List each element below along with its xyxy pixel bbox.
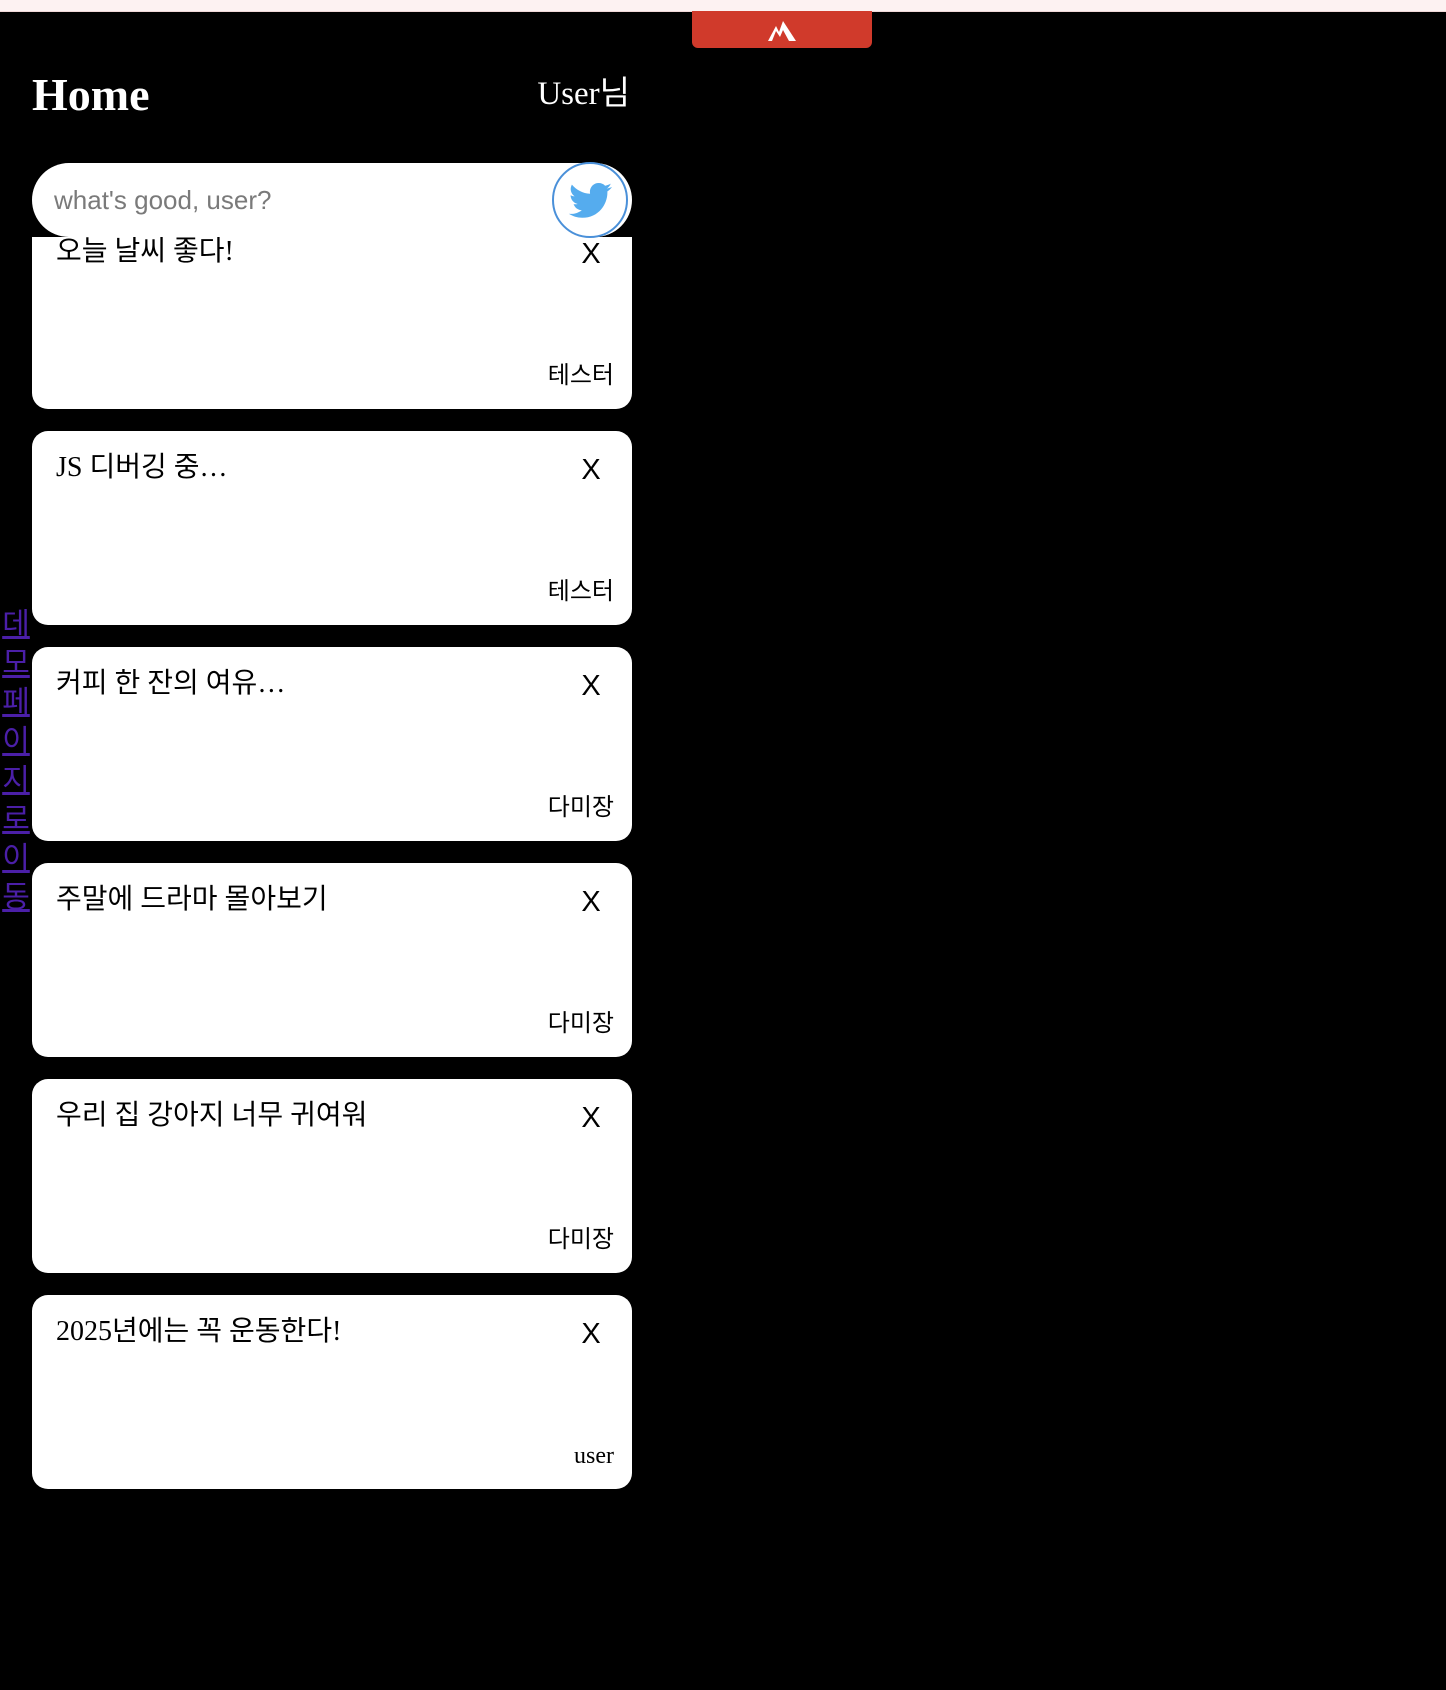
tweet-text: JS 디버깅 중… (56, 452, 228, 483)
tweet-text: 2025년에는 꼭 운동한다! (56, 1316, 342, 1347)
delete-tweet-button[interactable]: X (574, 885, 608, 919)
bird-icon (568, 183, 612, 218)
tweet-author: user (574, 1443, 614, 1469)
tweet-text: 오늘 날씨 좋다! (56, 237, 234, 267)
delete-tweet-button[interactable]: X (574, 669, 608, 703)
tweet-author: 다미장 (547, 1227, 614, 1253)
tweet-submit-button[interactable] (552, 162, 628, 238)
delete-tweet-button[interactable]: X (574, 453, 608, 487)
tweet-text: 커피 한 잔의 여유… (56, 668, 286, 699)
tweet-card: 커피 한 잔의 여유… X 다미장 (32, 647, 632, 841)
mountain-icon (768, 20, 796, 41)
delete-tweet-button[interactable]: X (574, 237, 608, 271)
delete-tweet-button[interactable]: X (574, 1101, 608, 1135)
tweet-input[interactable] (32, 163, 632, 237)
tweet-author: 테스터 (547, 363, 614, 389)
tweet-author: 테스터 (547, 579, 614, 605)
tweet-author: 다미장 (547, 1011, 614, 1037)
tweet-card: JS 디버깅 중… X 테스터 (32, 431, 632, 625)
delete-tweet-button[interactable]: X (574, 1317, 608, 1351)
page-title: Home (32, 69, 150, 120)
tweet-composer (32, 162, 632, 238)
tweet-text: 주말에 드라마 몰아보기 (56, 884, 328, 915)
tweet-card: 우리 집 강아지 너무 귀여워 X 다미장 (32, 1079, 632, 1273)
extension-tab[interactable] (692, 11, 872, 48)
tweet-text: 우리 집 강아지 너무 귀여워 (56, 1100, 368, 1131)
tweet-card: 오늘 날씨 좋다! X 테스터 (32, 237, 632, 409)
tweet-author: 다미장 (547, 795, 614, 821)
demo-page-link[interactable]: 데모페이지로이동 (0, 605, 32, 917)
tweet-feed: 오늘 날씨 좋다! X 테스터 JS 디버깅 중… X 테스터커피 한 잔의 여유… X 다미… (32, 237, 632, 1499)
tweet-card: 2025년에는 꼭 운동한다! Xuser (32, 1295, 632, 1489)
user-greeting: User님 (537, 76, 630, 112)
tweet-card: 주말에 드라마 몰아보기 X 다미장 (32, 863, 632, 1057)
